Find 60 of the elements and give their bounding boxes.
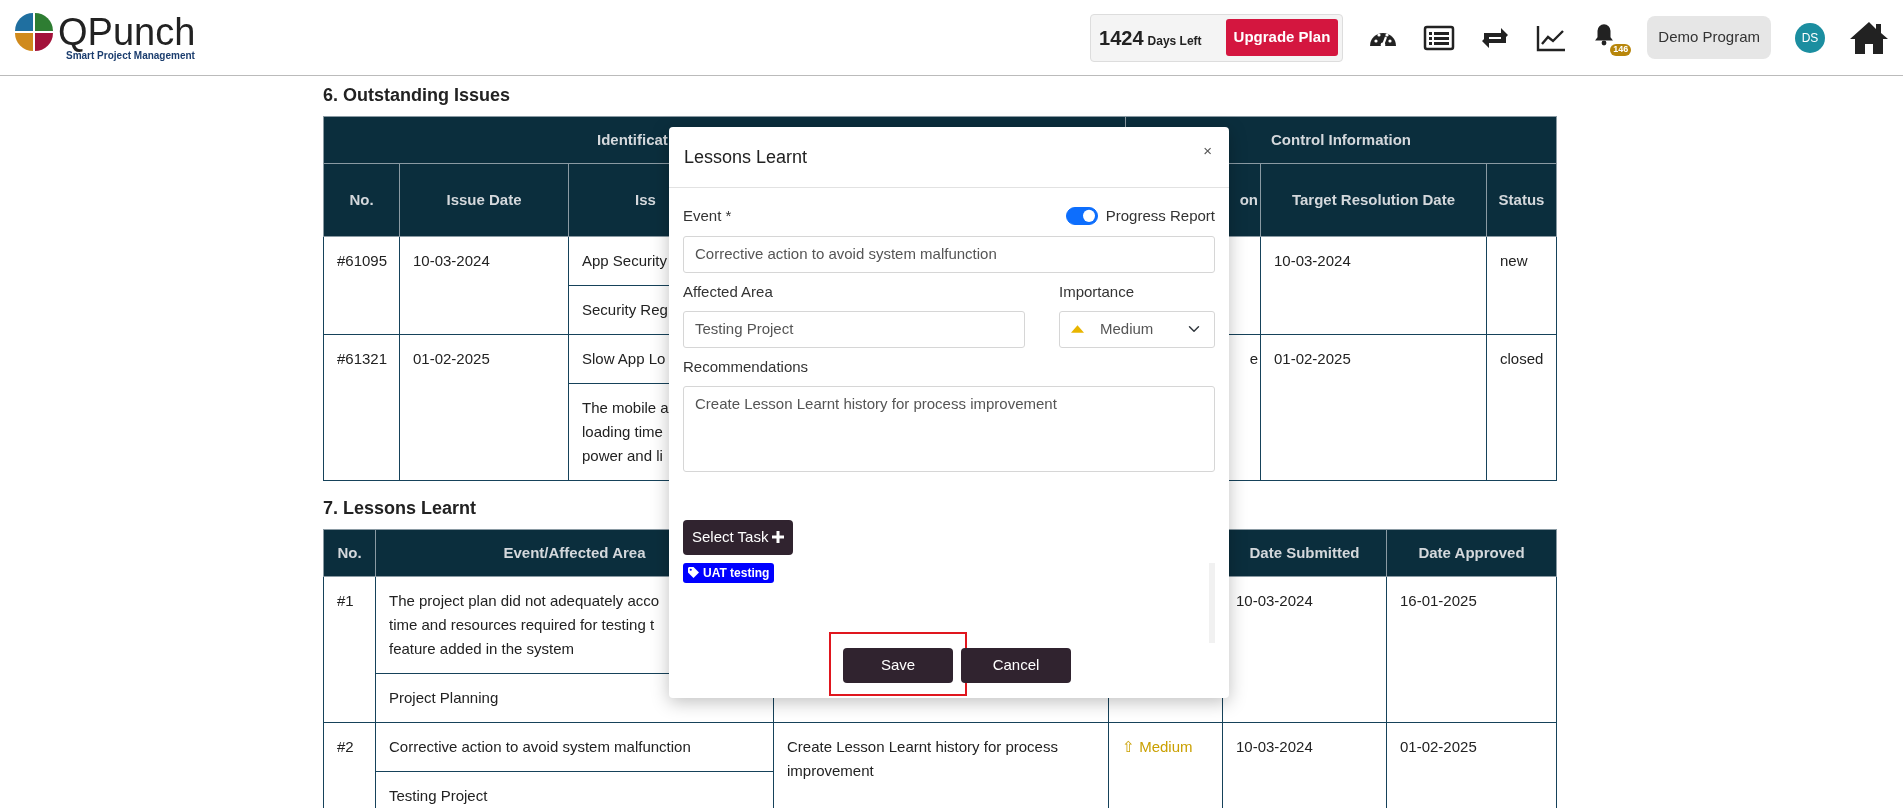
table-cell: Project Planning [389,689,499,706]
table-cell: Create Lesson Learnt history for process improvement [787,738,1058,779]
toggle-switch[interactable] [1066,207,1098,225]
table-cell: #2 [337,738,354,755]
days-count: 1424 [1099,25,1144,51]
dialog-button[interactable]: Save [843,647,953,683]
table-cell: Corrective action to avoid system malfunction [389,738,691,755]
table-cell: new [1500,252,1528,269]
column-header: Date Approved [1386,529,1557,577]
notification-badge: 146 [1610,43,1632,56]
upgrade-button[interactable]: Upgrade Plan [1225,19,1339,56]
table-cell: The mobile a loading time power and li [582,399,669,464]
logo-icon [14,12,54,52]
home-icon[interactable] [1849,19,1889,56]
triangle-icon [1071,325,1084,334]
section-title: 7. Lessons Learnt [323,497,478,520]
input-field[interactable]: Corrective action to avoid system malfunction [683,236,1215,273]
logo-tagline: Smart Project Management [66,50,196,63]
table-cell: closed [1500,350,1544,367]
table-cell: #61095 [337,252,388,269]
table-cell: Slow App Lo [582,350,666,367]
table-cell: 10-03-2024 [1236,592,1313,609]
tag-icon [688,567,699,578]
table-cell: 10-03-2024 [1274,252,1351,269]
field-label: Event * [683,205,732,226]
table-cell: #1 [337,592,354,609]
field-label: Importance [1059,281,1136,302]
table-cell: e [1249,350,1258,367]
tag-badge: UAT testing [683,562,775,583]
dialog-button[interactable]: Cancel [961,647,1071,683]
days-label: Days Left [1147,32,1202,50]
select-task-button[interactable]: Select Task [683,520,794,555]
input-field[interactable]: Testing Project [683,311,1025,348]
importance-select[interactable]: Medium [1059,311,1215,348]
user-avatar[interactable]: DS [1795,22,1825,53]
column-header: No. [323,529,376,577]
close-button[interactable]: × [1201,143,1214,158]
program-button[interactable]: Demo Program [1647,16,1771,59]
table-cell: 01-02-2025 [1400,738,1477,755]
table-cell: App Security [582,252,668,269]
table-cell: Testing Project [389,787,488,804]
column-header: Status [1486,163,1557,237]
table-cell: The project plan did not adequately acco time and resources required for testing t feature added in the system [389,592,660,657]
logo-text: QPunch [58,13,196,51]
column-header: No. [323,163,400,237]
table-cell: 10-03-2024 [413,252,490,269]
field-label: Recommendations [683,356,810,377]
plus-icon [772,531,785,544]
table-cell: Security Reg [582,301,668,318]
table-cell: 10-03-2024 [1236,738,1313,755]
column-header: Issue Date [399,163,569,237]
table-cell: 16-01-2025 [1400,592,1477,609]
table-cell: #61321 [337,350,388,367]
field-label: Affected Area [683,281,774,302]
table-cell: 01-02-2025 [413,350,490,367]
text-area[interactable]: Create Lesson Learnt history for process improvement [683,386,1215,472]
section-title: 6. Outstanding Issues [323,84,512,107]
importance-label: ⇧ Medium [1122,738,1193,755]
table-cell: 01-02-2025 [1274,350,1351,367]
column-header: Target Resolution Date [1260,163,1487,237]
